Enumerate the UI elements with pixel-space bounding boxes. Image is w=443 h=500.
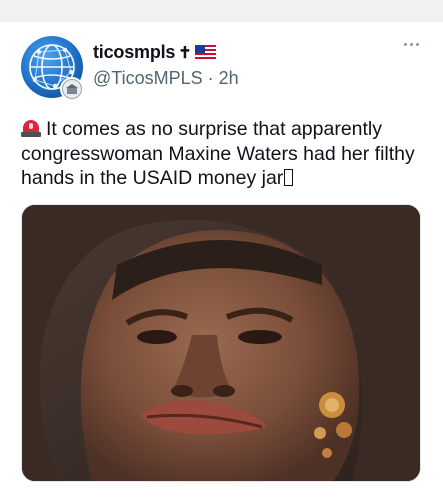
- meta-separator: ·: [202, 68, 219, 88]
- author-handle[interactable]: @TicosMPLS: [93, 68, 203, 88]
- missing-glyph: [284, 169, 294, 186]
- author-name-text: ticosmpls: [93, 42, 176, 62]
- post-text: It comes as no surprise that apparently …: [21, 117, 421, 191]
- author-display-name[interactable]: ticosmpls ✝: [93, 42, 217, 63]
- top-strip: [0, 0, 443, 22]
- post-time[interactable]: 2h: [219, 68, 239, 88]
- portrait-photo: [22, 205, 420, 481]
- verified-seal-icon: [60, 77, 84, 101]
- post-media-photo[interactable]: [21, 204, 421, 482]
- post-card[interactable]: ticosmpls ✝ @TicosMPLS · 2h It comes as …: [0, 22, 443, 500]
- more-options-icon[interactable]: [398, 36, 424, 52]
- post-text-body: It comes as no surprise that apparently …: [21, 118, 415, 189]
- cross-icon: ✝: [178, 44, 192, 62]
- author-handle-line: @TicosMPLS · 2h: [93, 68, 239, 89]
- us-flag-icon: [195, 44, 217, 59]
- siren-icon: [21, 119, 41, 137]
